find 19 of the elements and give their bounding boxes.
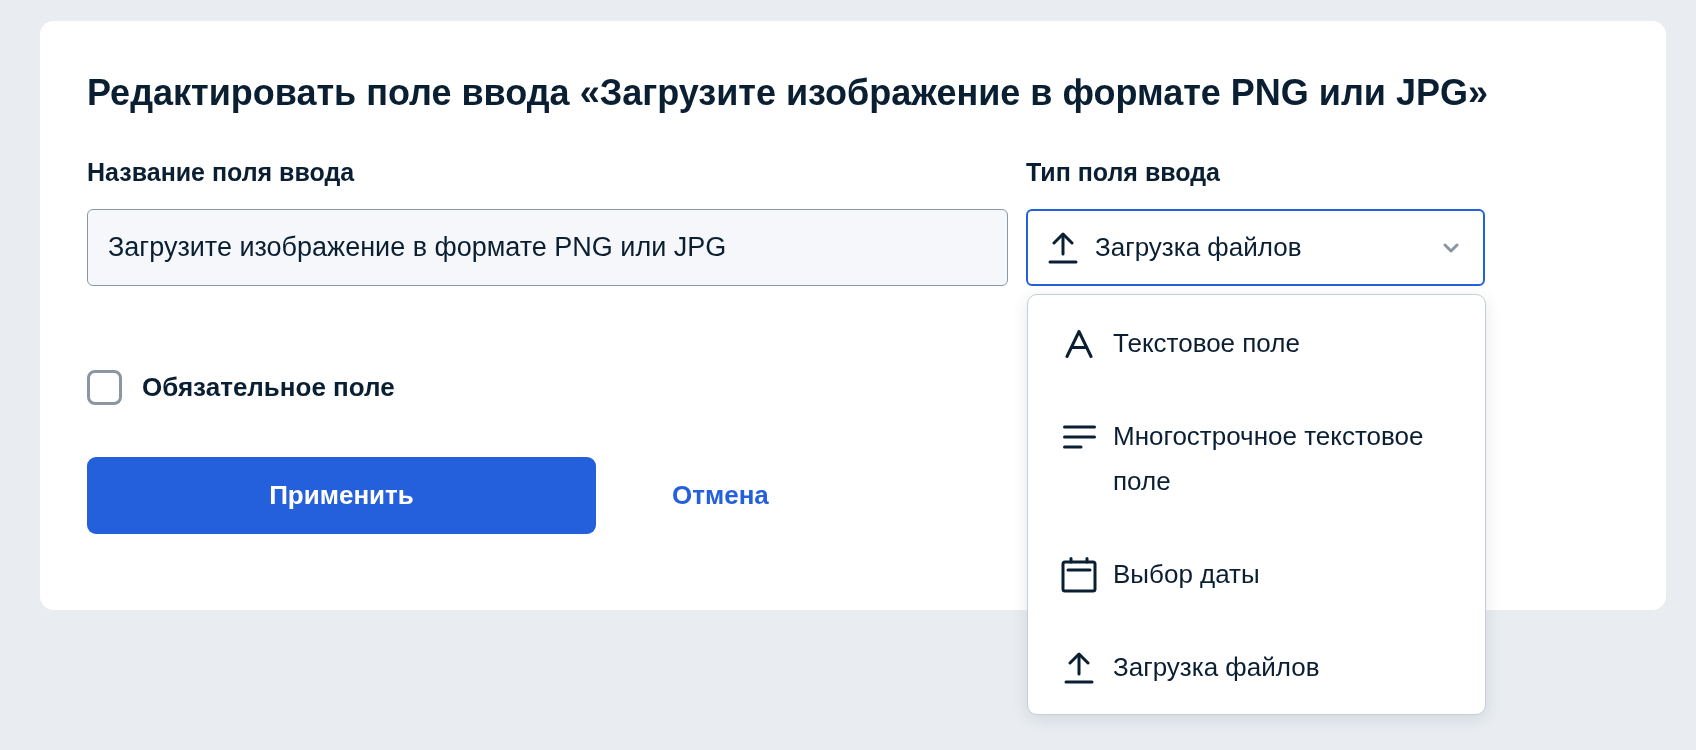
upload-icon xyxy=(1048,231,1078,264)
form-title: Редактировать поле ввода «Загрузите изображение в формате PNG или JPG» xyxy=(87,71,1489,115)
letter-icon xyxy=(1065,329,1093,358)
menu-item[interactable]: Многострочное текстовое поле xyxy=(1028,390,1485,528)
cancel-link[interactable]: Отмена xyxy=(672,480,769,511)
menu-item[interactable]: Выбор даты xyxy=(1028,528,1485,621)
field-label: Название поля ввода xyxy=(87,157,356,187)
menu-item[interactable]: Текстовое поле xyxy=(1028,297,1485,390)
upload-icon xyxy=(1064,651,1094,684)
type-select[interactable]: Загрузка файлов xyxy=(1026,209,1485,286)
lines-icon xyxy=(1062,424,1096,449)
calendar-icon xyxy=(1061,556,1097,593)
name-input-field[interactable]: Загрузите изображение в формате PNG или JPG xyxy=(87,209,1008,286)
checkbox-label: Обязательное поле xyxy=(142,372,395,403)
apply-button[interactable]: Применить xyxy=(87,457,596,534)
chevron-down-icon xyxy=(1443,242,1459,253)
checkbox[interactable] xyxy=(87,370,122,405)
menu-item[interactable]: Загрузка файлов xyxy=(1028,621,1485,714)
field-label: Тип поля ввода xyxy=(1026,157,1222,187)
